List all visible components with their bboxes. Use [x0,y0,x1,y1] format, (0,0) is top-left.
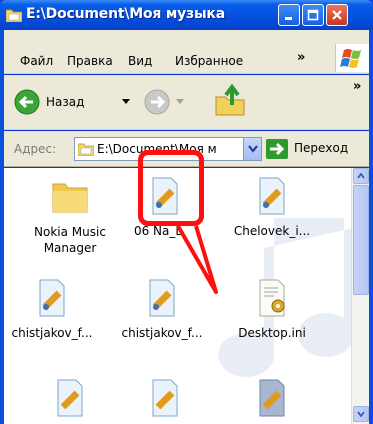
audio-file-icon [259,177,285,215]
up-folder-button[interactable] [214,83,248,119]
maximize-icon [307,9,319,21]
forward-dropdown-icon[interactable] [176,99,184,105]
explorer-window: E:\Document\Моя музыка Файл Правка Вид И… [0,0,373,424]
window-frame-right [369,30,373,424]
back-arrow-icon [14,89,40,115]
forward-button[interactable] [144,89,184,117]
file-label: chistjakov_f... [11,326,93,340]
toolbar-overflow-chevron[interactable]: » [353,79,361,94]
audio-file-icon [149,279,175,317]
menu-bar: Файл Правка Вид Избранное » [4,30,369,74]
windows-flag-icon [340,49,361,68]
file-label: Nokia Music Manager [34,225,106,255]
file-label: 06 Na_D... [133,224,197,238]
go-arrow-icon [266,139,288,159]
file-item-chistjakov-1[interactable]: chistjakov_f... [4,278,100,348]
address-dropdown-button[interactable] [243,138,261,160]
forward-arrow-icon [144,89,170,115]
file-item-desktop-ini[interactable]: Desktop.ini [224,278,320,348]
highlight-box [138,150,204,226]
close-button[interactable] [326,4,348,26]
folder-icon [78,143,94,156]
file-label: chistjakov_f... [121,326,203,340]
minimize-button[interactable] [278,4,300,26]
folder-icon [52,183,88,213]
back-button[interactable]: Назад [14,89,130,117]
audio-file-icon [152,379,178,417]
window-title: E:\Document\Моя музыка [26,6,225,22]
menu-edit[interactable]: Правка [67,54,113,68]
scroll-thumb[interactable] [353,185,369,295]
toolbar: Назад » [4,75,369,130]
address-label: Адрес: [14,142,57,156]
scroll-up-button[interactable] [353,168,369,184]
audio-file-icon [259,379,285,417]
menu-overflow-chevron[interactable]: » [297,50,305,65]
menu-favorites[interactable]: Избранное [175,54,243,68]
minimize-icon [285,17,292,20]
go-label: Переход [294,141,349,155]
file-item-row3-3[interactable] [224,378,320,424]
title-bar[interactable]: E:\Document\Моя музыка [0,0,373,30]
file-label: Chelovek_i... [233,224,311,238]
up-folder-icon [215,83,245,116]
file-label: Desktop.ini [238,326,306,340]
audio-file-icon [57,379,83,417]
chevron-down-icon [357,411,365,417]
file-item-row3-1[interactable] [22,378,118,424]
go-button[interactable]: Переход [266,136,366,162]
maximize-button[interactable] [302,4,324,26]
menu-view[interactable]: Вид [128,54,152,68]
chevron-up-icon [357,173,365,179]
close-icon [332,10,342,20]
settings-file-icon [259,279,285,317]
folder-icon [6,9,22,22]
back-dropdown-icon[interactable] [122,99,130,105]
back-label: Назад [46,95,85,109]
file-item-chistjakov-2[interactable]: chistjakov_f... [114,278,210,348]
file-item-row3-2[interactable] [117,378,213,424]
chevron-down-icon [247,145,258,153]
scroll-down-button[interactable] [353,406,369,422]
file-item-nokia-music-manager[interactable]: Nokia Music Manager [22,176,118,266]
menu-file[interactable]: Файл [20,54,53,68]
windows-logo [335,44,369,72]
audio-file-icon [39,279,65,317]
vertical-scrollbar[interactable] [351,168,369,424]
file-item-chelovek[interactable]: Chelovek_i... [224,176,320,266]
